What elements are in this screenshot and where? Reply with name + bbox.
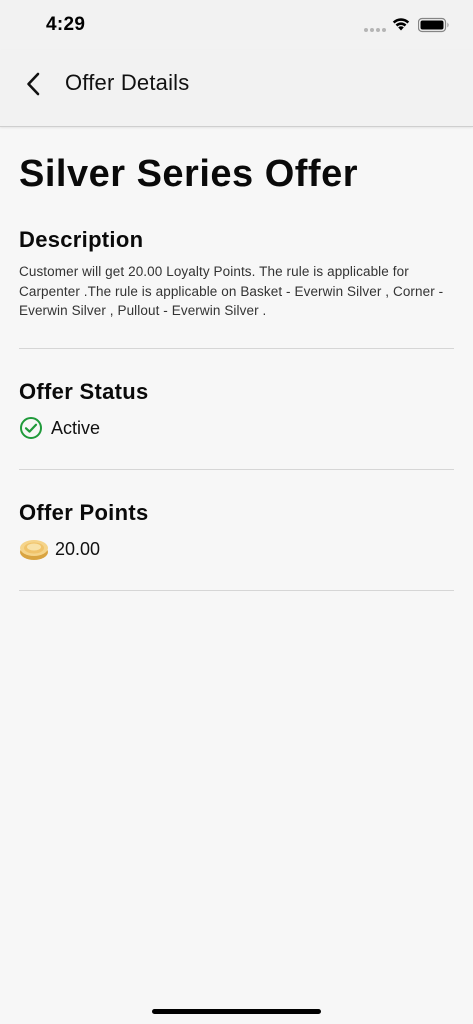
coin-icon bbox=[20, 540, 48, 560]
page-title: Offer Details bbox=[65, 70, 190, 95]
divider bbox=[19, 348, 454, 349]
offer-title: Silver Series Offer bbox=[19, 153, 359, 195]
battery-icon bbox=[418, 17, 449, 33]
offer-status-heading: Offer Status bbox=[19, 379, 149, 404]
status-time: 4:29 bbox=[46, 14, 86, 35]
back-button[interactable] bbox=[18, 66, 50, 102]
offer-status-value: Active bbox=[51, 418, 101, 438]
divider bbox=[19, 469, 454, 470]
wifi-icon bbox=[392, 18, 410, 31]
status-bar: 4:29 bbox=[0, 0, 473, 50]
divider bbox=[19, 590, 454, 591]
home-indicator[interactable] bbox=[152, 1009, 321, 1014]
check-circle-icon bbox=[20, 417, 42, 439]
description-heading: Description bbox=[19, 227, 144, 252]
navigation-bar: Offer Details bbox=[0, 50, 473, 127]
chevron-left-icon bbox=[27, 72, 40, 96]
description-text: Customer will get 20.00 Loyalty Points. … bbox=[19, 264, 444, 318]
cellular-signal-icon bbox=[364, 28, 386, 32]
offer-points-value: 20.00 bbox=[55, 539, 101, 559]
offer-points-heading: Offer Points bbox=[19, 500, 149, 525]
